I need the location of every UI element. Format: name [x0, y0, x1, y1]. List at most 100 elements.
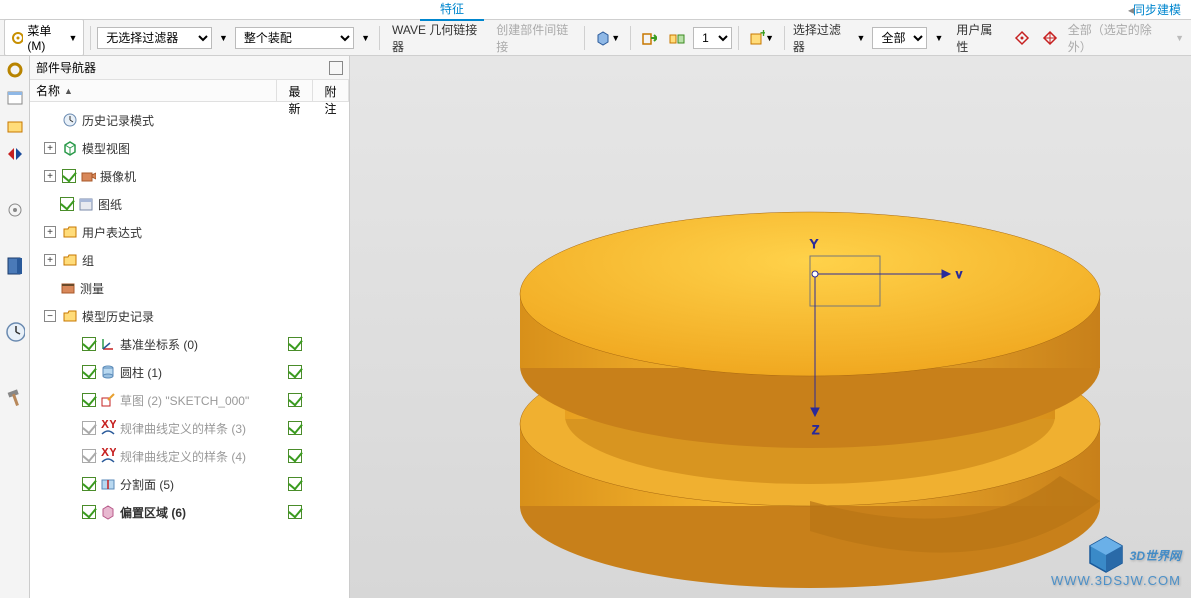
dropdown-arrow-icon[interactable]: ▼: [854, 33, 869, 43]
check-icon[interactable]: [62, 169, 76, 183]
check-icon[interactable]: [82, 337, 96, 351]
drawing-icon: [78, 196, 94, 212]
pattern-tool-button[interactable]: [665, 28, 689, 48]
check-icon[interactable]: [60, 197, 74, 211]
tree-row-group[interactable]: + 组: [30, 246, 349, 274]
csys-icon: [100, 336, 116, 352]
check-icon[interactable]: [82, 393, 96, 407]
clock-icon: [62, 112, 78, 128]
top-tab-bar: 特征 ◂ 同步建模: [0, 0, 1191, 20]
check-icon: [288, 477, 302, 491]
folder-open-icon: [62, 224, 78, 240]
diamond-red-icon: [1014, 30, 1030, 46]
rail-gear-icon[interactable]: [5, 60, 25, 80]
tree-row-sketch[interactable]: 草图 (2) "SKETCH_000": [30, 386, 349, 414]
target-2-button[interactable]: [1038, 28, 1062, 48]
xyz-icon: XYZ: [100, 420, 116, 436]
main-toolbar: 菜单(M) ▼ 无选择过滤器 ▼ 整个装配 ▼ WAVE 几何链接器 创建部件间…: [0, 20, 1191, 56]
tree-row-cylinder[interactable]: 圆柱 (1): [30, 358, 349, 386]
check-icon: [288, 337, 302, 351]
svg-text:v: v: [956, 267, 962, 281]
tree-row-measure[interactable]: 测量: [30, 274, 349, 302]
folder-open-icon: [62, 308, 78, 324]
tree-row-drawing[interactable]: 图纸: [30, 190, 349, 218]
dropdown-arrow-icon: ▼: [1172, 33, 1187, 43]
tab-sync-modeling[interactable]: 同步建模: [1133, 1, 1191, 18]
svg-text:XYZ: XYZ: [101, 448, 116, 459]
pin-icon[interactable]: [329, 61, 343, 75]
sketch-icon: [100, 392, 116, 408]
camera-icon: [80, 168, 96, 184]
col-note-header[interactable]: 附注: [313, 80, 349, 101]
rail-folder-icon[interactable]: [5, 116, 25, 136]
tree-row-user-expr[interactable]: + 用户表达式: [30, 218, 349, 246]
selection-filter-dropdown[interactable]: 无选择过滤器: [97, 27, 212, 49]
dropdown-arrow-icon[interactable]: ▼: [358, 33, 373, 43]
filter-label: 选择过滤器: [791, 21, 850, 55]
all-except-selected-label: 全部（选定的除外）: [1066, 21, 1168, 55]
pattern-icon: [669, 30, 685, 46]
tree-row-split[interactable]: 分割面 (5): [30, 470, 349, 498]
check-icon: [288, 449, 302, 463]
cube-icon: [595, 30, 611, 46]
expander-icon[interactable]: +: [44, 142, 56, 154]
tree-row-law-spline-1[interactable]: XYZ 规律曲线定义的样条 (3): [30, 414, 349, 442]
add-tool-button[interactable]: + ▼: [745, 28, 778, 48]
viewport-3d[interactable]: v Y Z 3D世界网 WWW.3DSJW.COM: [350, 56, 1191, 598]
check-icon[interactable]: [82, 421, 96, 435]
check-icon[interactable]: [82, 449, 96, 463]
filter-all-dropdown[interactable]: 全部: [872, 27, 927, 49]
expander-icon[interactable]: +: [44, 170, 56, 182]
svg-text:Z: Z: [812, 423, 819, 437]
count-dropdown[interactable]: 1: [693, 27, 732, 49]
wave-geometry-linker-button[interactable]: WAVE 几何链接器: [386, 19, 486, 57]
tab-feature[interactable]: 特征: [420, 0, 484, 21]
extract-tool-button[interactable]: [637, 28, 661, 48]
rail-arrows-icon[interactable]: [5, 144, 25, 164]
expander-icon[interactable]: +: [44, 254, 56, 266]
diamond-red-icon: [1042, 30, 1058, 46]
dropdown-arrow-icon[interactable]: ▼: [216, 33, 231, 43]
check-icon[interactable]: [82, 505, 96, 519]
rail-nav-icon[interactable]: [5, 88, 25, 108]
create-interpart-link-button[interactable]: 创建部件间链接: [490, 19, 578, 57]
tree-row-history-mode[interactable]: 历史记录模式: [30, 106, 349, 134]
user-properties-button[interactable]: 用户属性: [950, 19, 1005, 57]
col-name-header[interactable]: 名称▲: [30, 80, 277, 101]
check-icon[interactable]: [82, 477, 96, 491]
tree-row-law-spline-2[interactable]: XYZ 规律曲线定义的样条 (4): [30, 442, 349, 470]
feature-tree[interactable]: 历史记录模式 + 模型视图 + 摄像机: [30, 102, 349, 598]
xyz-icon: XYZ: [100, 448, 116, 464]
rail-clock-icon[interactable]: [5, 322, 25, 342]
collapse-icon[interactable]: −: [44, 310, 56, 322]
col-latest-header[interactable]: 最新: [277, 80, 313, 101]
split-icon: [100, 476, 116, 492]
check-icon: [288, 365, 302, 379]
expander-icon[interactable]: +: [44, 226, 56, 238]
tree-row-offset[interactable]: 偏置区域 (6): [30, 498, 349, 526]
dropdown-arrow-icon[interactable]: ▼: [931, 33, 946, 43]
rail-book-icon[interactable]: [5, 256, 25, 276]
folder-icon: [62, 252, 78, 268]
check-icon: [288, 505, 302, 519]
check-icon: [288, 393, 302, 407]
target-1-button[interactable]: [1010, 28, 1034, 48]
rail-circle-icon[interactable]: [5, 200, 25, 220]
tree-row-datum[interactable]: 基准坐标系 (0): [30, 330, 349, 358]
svg-text:Y: Y: [810, 237, 818, 251]
navigator-title: 部件导航器: [36, 59, 329, 76]
navigator-header: 部件导航器: [30, 56, 349, 80]
menu-button[interactable]: 菜单(M) ▼: [4, 19, 84, 56]
tree-row-camera[interactable]: + 摄像机: [30, 162, 349, 190]
check-icon[interactable]: [82, 365, 96, 379]
assembly-scope-dropdown[interactable]: 整个装配: [235, 27, 354, 49]
tree-row-model-view[interactable]: + 模型视图: [30, 134, 349, 162]
tree-row-model-history[interactable]: − 模型历史记录: [30, 302, 349, 330]
rail-hammer-icon[interactable]: [5, 388, 25, 408]
check-icon: [288, 421, 302, 435]
cylinder-icon: [100, 364, 116, 380]
menu-label: 菜单(M): [27, 22, 64, 53]
part-navigator-panel: 部件导航器 名称▲ 最新 附注 历史记录模式 + 模型视图: [30, 56, 350, 598]
box-tool-button[interactable]: ▼: [591, 28, 624, 48]
left-tool-rail: [0, 56, 30, 598]
